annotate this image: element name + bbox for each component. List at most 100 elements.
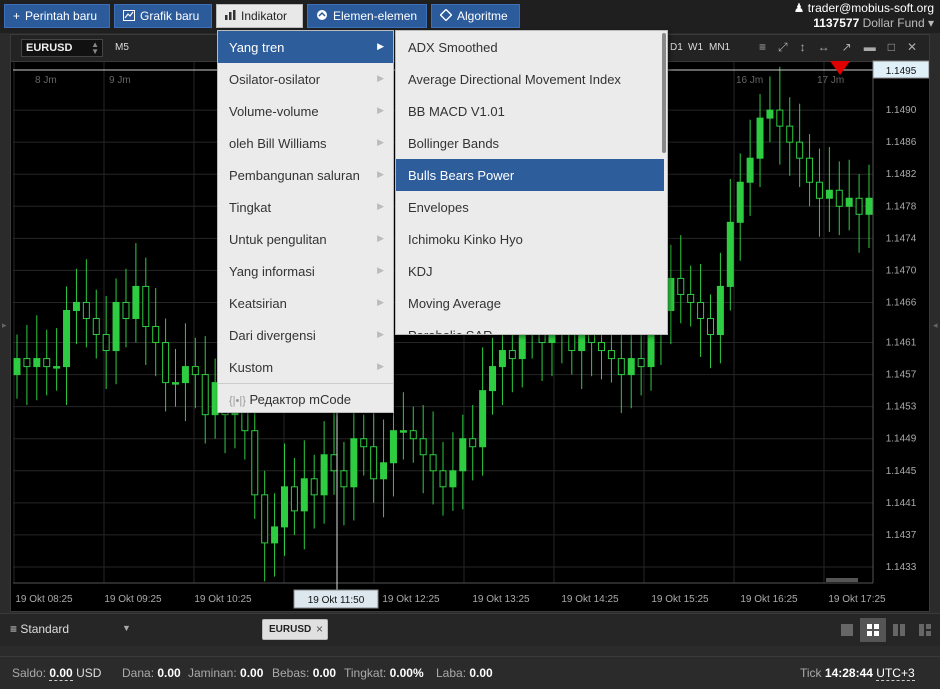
candle (459, 414, 467, 510)
submenu-item-parabolic-sar[interactable]: Parabolic SAR (396, 319, 664, 334)
y-tick-label: 1.1433 (886, 562, 917, 573)
candle-body (251, 430, 259, 496)
candle-body (370, 446, 378, 480)
rows-layout-icon[interactable] (912, 618, 938, 642)
menu-item-informational[interactable]: Yang informasi ▶ (218, 255, 393, 287)
menu-item-volumes[interactable]: Volume-volume ▶ (218, 95, 393, 127)
period-label: 16 Jm (736, 75, 763, 86)
new-order-button[interactable]: + Perintah baru (4, 4, 110, 28)
candle (489, 337, 497, 415)
candle-body (637, 358, 645, 368)
candle-body (806, 157, 814, 183)
submenu-scrollbar[interactable] (662, 33, 666, 153)
candle (92, 289, 100, 359)
menu-item-label: Osilator-osilator (229, 72, 321, 87)
menu-item-label: Dari divergensi (229, 328, 316, 343)
chevron-right-icon: ▶ (377, 233, 384, 243)
clock-status: Tick 14:28:44 UTC+3 (800, 666, 915, 681)
saldo-status: Saldo: 0.00 USD (12, 666, 101, 681)
candle-body (756, 117, 764, 159)
candle (280, 443, 288, 556)
submenu-item-adx[interactable]: Average Directional Movement Index (396, 63, 664, 95)
y-tick-label: 1.1457 (886, 370, 917, 381)
single-layout-icon[interactable] (834, 618, 860, 642)
y-tick-label: 1.1482 (886, 169, 917, 180)
chevron-right-icon: ▶ (377, 297, 384, 307)
candle-body (489, 366, 497, 392)
chevron-right-icon: ▶ (377, 105, 384, 115)
submenu-item-adx-smoothed[interactable]: ADX Smoothed (396, 31, 664, 63)
submenu-item-bulls-bears-power[interactable]: Bulls Bears Power (396, 159, 664, 191)
candle (776, 66, 784, 165)
grid-layout-icon[interactable] (860, 618, 886, 642)
candle (835, 161, 843, 236)
account-info[interactable]: ♟ trader@mobius-soft.org 1137577 Dollar … (794, 1, 934, 31)
submenu-item-bollinger-bands[interactable]: Bollinger Bands (396, 127, 664, 159)
candle (449, 432, 457, 511)
submenu-item-kdj[interactable]: KDJ (396, 255, 664, 287)
candle-body (766, 109, 774, 119)
candle (469, 405, 477, 481)
submenu-item-moving-average[interactable]: Moving Average (396, 287, 664, 319)
period-label: 8 Jm (35, 75, 57, 86)
menu-icon: ≡ (10, 622, 18, 636)
menu-item-mcode-editor[interactable]: {|•|} Редактор mCode (218, 383, 393, 415)
elements-button[interactable]: Elemen-elemen (307, 4, 427, 28)
menu-item-divergence[interactable]: Dari divergensi ▶ (218, 319, 393, 351)
candle-body (300, 478, 308, 512)
y-tick-label: 1.1453 (886, 402, 917, 413)
indicator-button[interactable]: Indikator (216, 4, 303, 28)
candle (746, 119, 754, 216)
right-panel-toggle-icon[interactable]: ◂ (933, 320, 939, 332)
menu-item-custom[interactable]: Kustom ▶ (218, 351, 393, 383)
y-tick-label: 1.1449 (886, 434, 917, 445)
chevron-right-icon: ▶ (377, 201, 384, 211)
y-tick-label: 1.1490 (886, 105, 917, 116)
submenu-item-envelopes[interactable]: Envelopes (396, 191, 664, 223)
tingkat-label: Tingkat: (344, 666, 387, 680)
close-tab-icon[interactable]: × (316, 622, 323, 636)
menu-item-volatility[interactable]: Keatsirian ▶ (218, 287, 393, 319)
candle (370, 413, 378, 503)
candle (290, 457, 298, 535)
candle-body (697, 301, 705, 319)
candle-body (845, 197, 853, 207)
menu-item-oscillators[interactable]: Osilator-osilator ▶ (218, 63, 393, 95)
laba-status: Laba: 0.00 (436, 666, 493, 680)
dana-status: Dana: 0.00 (122, 666, 181, 680)
candle (112, 278, 120, 385)
period-label: 17 Jm (817, 75, 844, 86)
user-icon: ♟ (793, 1, 805, 15)
timezone-selector[interactable]: UTC+3 (876, 666, 915, 681)
new-chart-button[interactable]: Grafik baru (114, 4, 212, 28)
candle-body (855, 197, 863, 215)
status-bar: Saldo: 0.00 USD Dana: 0.00 Jaminan: 0.00… (0, 656, 940, 689)
jaminan-label: Jaminan: (188, 666, 237, 680)
left-panel-toggle-icon[interactable]: ▸ (2, 320, 8, 332)
candle (82, 259, 90, 348)
menu-item-trend[interactable]: Yang tren ▶ (218, 31, 393, 63)
candle (63, 286, 71, 406)
candle-body (152, 326, 160, 344)
submenu-item-bb-macd[interactable]: BB MACD V1.01 (396, 95, 664, 127)
submenu-item-ichimoku[interactable]: Ichimoku Kinko Hyo (396, 223, 664, 255)
elements-label: Elemen-elemen (333, 9, 418, 23)
menu-item-bill-williams[interactable]: oleh Bill Williams ▶ (218, 127, 393, 159)
menu-item-levels[interactable]: Tingkat ▶ (218, 191, 393, 223)
menu-item-scalping[interactable]: Untuk pengulitan ▶ (218, 223, 393, 255)
candle (389, 401, 397, 497)
candle (439, 441, 447, 516)
candle-body (132, 285, 140, 319)
candle-body (72, 301, 80, 311)
layout-selector[interactable]: ≡ Standard ▼ (10, 622, 131, 636)
candle-body (320, 454, 328, 496)
menu-item-label: Pembangunan saluran (229, 168, 360, 183)
menu-item-channels[interactable]: Pembangunan saluran ▶ (218, 159, 393, 191)
columns-layout-icon[interactable] (886, 618, 912, 642)
candle (330, 411, 338, 495)
algorithm-button[interactable]: Algoritme (431, 4, 520, 28)
symbol-tab[interactable]: EURUSD × (262, 619, 328, 640)
saldo-value[interactable]: 0.00 (49, 666, 73, 681)
indicator-menu: Yang tren ▶ Osilator-osilator ▶ Volume-vol… (217, 30, 394, 413)
candle-body (726, 221, 734, 287)
